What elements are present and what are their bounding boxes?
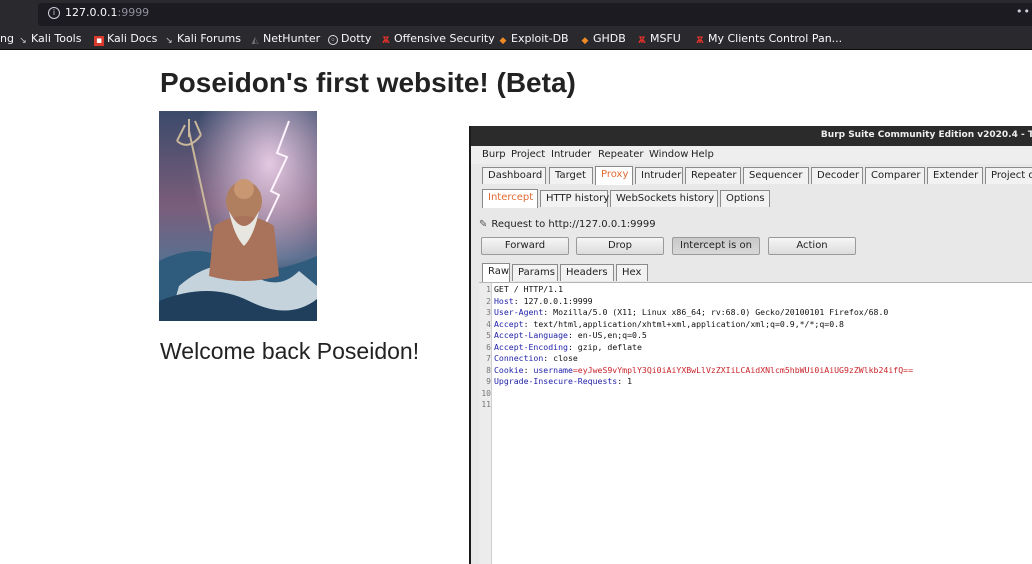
menu-repeater[interactable]: Repeater (598, 149, 643, 160)
drop-button[interactable]: Drop (576, 237, 664, 255)
forward-button[interactable]: Forward (481, 237, 569, 255)
tab-sequencer[interactable]: Sequencer (743, 167, 809, 184)
tab-raw[interactable]: Raw (482, 263, 510, 282)
url-bar[interactable] (38, 3, 1032, 26)
header-line: Connection: close (494, 353, 578, 363)
tab-comparer[interactable]: Comparer (865, 167, 925, 184)
tab-intruder[interactable]: Intruder (635, 167, 683, 184)
header-line: Host: 127.0.0.1:9999 (494, 295, 593, 306)
line-number: 2 (486, 296, 491, 306)
bookmark-item[interactable]: Ѫ Offensive Security (381, 32, 495, 46)
line-number-gutter: 1 2 3 4 5 6 7 8 9 10 11 (479, 283, 492, 564)
menu-project[interactable]: Project (511, 149, 545, 160)
action-button[interactable]: Action (768, 237, 856, 255)
line-number: 1 (486, 285, 491, 294)
dotty-icon: ◦ (328, 35, 338, 46)
menu-window[interactable]: Window (649, 149, 688, 160)
tab-websockets-history[interactable]: WebSockets history (610, 190, 718, 207)
poseidon-image (159, 111, 317, 321)
page-title: Poseidon's first website! (Beta) (160, 67, 576, 98)
bookmark-item[interactable]: Ѫ My Clients Control Pan... (695, 32, 842, 46)
tab-target[interactable]: Target (549, 167, 593, 184)
bookmark-item[interactable]: ◆ Exploit-DB (498, 32, 569, 46)
kali-dragon-icon: ↘ (165, 36, 173, 46)
line-number: 7 (486, 354, 491, 363)
tab-extender[interactable]: Extender (927, 167, 983, 184)
bookmark-item[interactable]: ↘ Kali Tools (18, 32, 81, 46)
tab-project-options[interactable]: Project o (985, 167, 1032, 184)
window-title: Burp Suite Community Edition v2020.4 - T (820, 130, 1032, 140)
header-line: Upgrade-Insecure-Requests: 1 (494, 376, 633, 386)
nethunter-icon: ◭ (251, 36, 259, 46)
tab-headers[interactable]: Headers (560, 264, 614, 281)
bookmark-item[interactable]: ◭ NetHunter (250, 32, 321, 46)
exploitdb-icon: ◆ (499, 36, 507, 46)
menu-bar: Burp Project Intruder Repeater Window He… (471, 146, 1032, 164)
exploitdb-icon: ◆ (581, 36, 589, 46)
tab-hex[interactable]: Hex (616, 264, 648, 281)
bookmark-item[interactable]: ↘ Kali Forums (164, 32, 241, 46)
tab-options[interactable]: Options (720, 190, 770, 207)
header-line: Accept-Encoding: gzip, deflate (494, 341, 642, 352)
tab-intercept[interactable]: Intercept (482, 189, 538, 208)
pencil-icon: ✎ (479, 219, 488, 230)
tab-http-history[interactable]: HTTP history (540, 190, 609, 207)
bookmark-item[interactable]: ▪ Kali Docs (94, 32, 157, 46)
line-number: 3 (486, 308, 491, 317)
offsec-icon: Ѫ (638, 36, 646, 46)
cookie-header-line: Cookie: username=eyJweS9vYmplY3Qi0iAiYXB… (494, 364, 913, 375)
menu-intruder[interactable]: Intruder (551, 149, 591, 160)
tab-params[interactable]: Params (512, 264, 558, 281)
welcome-message: Welcome back Poseidon! (160, 338, 420, 364)
offsec-icon: Ѫ (696, 36, 704, 46)
info-icon[interactable]: i (48, 7, 60, 19)
line-number: 9 (486, 377, 491, 386)
tab-decoder[interactable]: Decoder (811, 167, 863, 184)
bookmarks-bar: ng ↘ Kali Tools ▪ Kali Docs ↘ Kali Forums ◭… (0, 29, 1032, 50)
header-line: Accept-Language: en-US,en;q=0.5 (494, 330, 647, 340)
line-number: 4 (486, 319, 491, 329)
burp-window: Burp Suite Community Edition v2020.4 - T… (469, 126, 1032, 564)
request-target: ✎ Request to http://127.0.0.1:9999 (479, 219, 656, 230)
line-number: 6 (486, 342, 491, 352)
bookmark-item[interactable]: ◦ Dotty (328, 32, 371, 46)
bookmark-item[interactable]: ng (0, 32, 14, 45)
line-number: 10 (481, 388, 491, 398)
menu-help[interactable]: Help (691, 149, 714, 160)
main-tab-bar: Dashboard Target Proxy Intruder Repeater… (471, 164, 1032, 185)
url-port: :9999 (117, 6, 150, 19)
kali-docs-icon: ▪ (94, 36, 104, 46)
url-host: 127.0.0.1 (65, 6, 118, 19)
proxy-tab-bar: Intercept HTTP history WebSockets histor… (471, 187, 1032, 208)
offsec-icon: Ѫ (382, 36, 390, 46)
bookmark-item[interactable]: Ѫ MSFU (637, 32, 681, 46)
header-line: User-Agent: Mozilla/5.0 (X11; Linux x86_… (494, 307, 889, 317)
url-text[interactable]: 127.0.0.1:9999 (65, 6, 149, 19)
raw-request-editor[interactable]: 1 2 3 4 5 6 7 8 9 10 11 GET / HTTP/1.1 H… (479, 282, 1032, 564)
line-number: 11 (481, 400, 491, 409)
burp-titlebar: Burp Suite Community Edition v2020.4 - T (471, 126, 1032, 146)
ellipsis-icon[interactable]: ••• (1016, 5, 1032, 18)
browser-toolbar: i 127.0.0.1:9999 ••• (0, 0, 1032, 29)
line-number: 8 (486, 365, 491, 375)
line-number: 5 (486, 331, 491, 340)
message-view-tab-bar: Raw Params Headers Hex (471, 261, 1032, 282)
menu-burp[interactable]: Burp (482, 149, 506, 160)
header-line: Accept: text/html,application/xhtml+xml,… (494, 318, 844, 329)
bookmark-item[interactable]: ◆ GHDB (580, 32, 626, 46)
request-target-text: Request to http://127.0.0.1:9999 (491, 219, 656, 230)
request-line: GET / HTTP/1.1 (494, 284, 564, 294)
intercept-toggle-button[interactable]: Intercept is on (672, 237, 760, 255)
tab-dashboard[interactable]: Dashboard (482, 167, 546, 184)
tab-repeater[interactable]: Repeater (685, 167, 741, 184)
kali-dragon-icon: ↘ (19, 36, 27, 46)
tab-proxy[interactable]: Proxy (595, 166, 633, 185)
